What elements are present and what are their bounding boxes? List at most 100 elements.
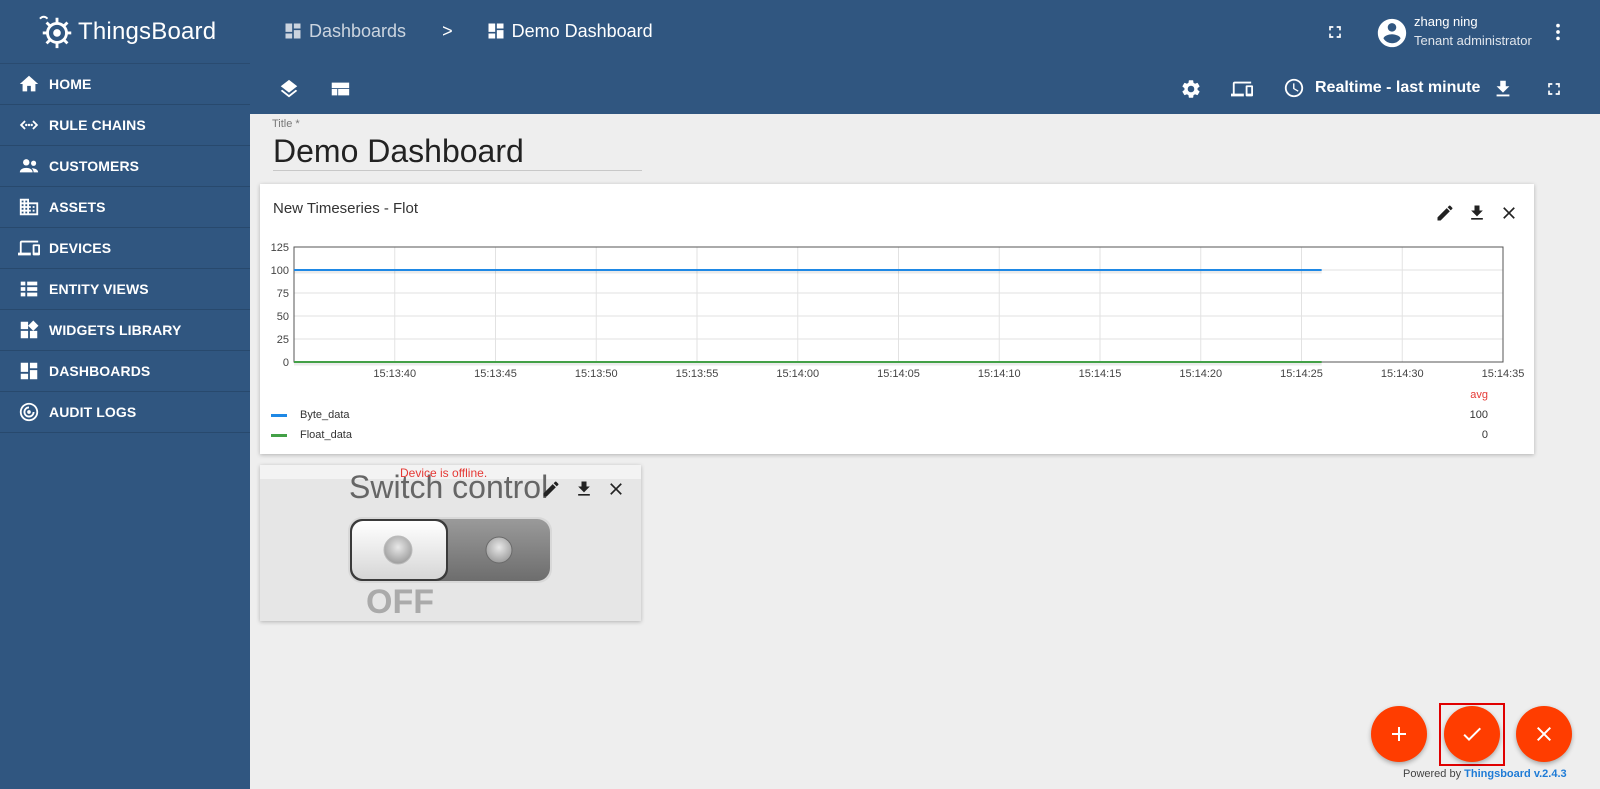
toggle-switch[interactable] <box>347 514 553 586</box>
y-tick-label: 25 <box>277 334 289 346</box>
brand-logo[interactable]: ThingsBoard <box>0 0 250 64</box>
user-role: Tenant administrator <box>1414 33 1532 48</box>
decline-changes-button[interactable] <box>1516 706 1572 762</box>
clock-icon <box>1284 78 1304 98</box>
sidebar-item-label: DEVICES <box>49 240 112 256</box>
export-widget-button[interactable] <box>573 478 595 500</box>
y-tick-label: 125 <box>271 242 289 254</box>
manage-layouts-button[interactable] <box>327 76 353 102</box>
download-icon <box>1496 80 1510 97</box>
legend-item-byte-data[interactable]: Byte_data <box>300 409 350 421</box>
user-name: zhang ning <box>1414 14 1478 29</box>
title-input[interactable]: Demo Dashboard <box>273 133 524 170</box>
timewindow-button[interactable]: Realtime - last minute <box>1283 77 1480 99</box>
thingsboard-version-link[interactable]: Thingsboard v.2.4.3 <box>1464 768 1567 780</box>
y-tick-label: 75 <box>277 288 289 300</box>
legend-swatch-byte-data <box>271 414 287 417</box>
sidebar-item-label: DASHBOARDS <box>49 363 151 379</box>
x-tick-label: 15:14:15 <box>1079 368 1122 380</box>
sidebar-item-label: HOME <box>49 76 92 92</box>
plus-icon <box>1392 727 1406 741</box>
powered-by-text: Powered by <box>1403 768 1462 780</box>
export-dashboard-button[interactable] <box>1490 76 1516 102</box>
breadcrumb-dashboards-link[interactable]: Dashboards <box>283 21 406 42</box>
rule-chains-icon <box>19 120 39 130</box>
assets-icon <box>19 198 39 216</box>
sidebar-item-label: RULE CHAINS <box>49 117 146 133</box>
more-vert-icon <box>1556 23 1560 41</box>
fullscreen-button[interactable] <box>1323 20 1347 44</box>
gear-icon <box>1182 80 1200 98</box>
x-tick-label: 15:14:30 <box>1381 368 1424 380</box>
sidebar-item-audit-logs[interactable]: AUDIT LOGS <box>0 392 250 433</box>
device-offline-message: Device is offline. <box>400 466 488 480</box>
breadcrumb-separator: > <box>442 20 453 41</box>
sidebar-item-devices[interactable]: DEVICES <box>0 228 250 269</box>
x-tick-label: 15:13:40 <box>373 368 416 380</box>
sidebar-item-label: CUSTOMERS <box>49 158 140 174</box>
sidebar-item-label: ASSETS <box>49 199 106 215</box>
sidebar-item-entity-views[interactable]: ENTITY VIEWS <box>0 269 250 310</box>
title-field-label: Title * <box>272 118 300 130</box>
download-icon <box>578 481 590 496</box>
sidebar-item-rule-chains[interactable]: RULE CHAINS <box>0 105 250 146</box>
x-tick-label: 15:13:45 <box>474 368 517 380</box>
expand-dashboard-button[interactable] <box>1541 76 1567 102</box>
sidebar-item-home[interactable]: HOME <box>0 64 250 105</box>
legend-value-byte-data: 100 <box>1469 409 1488 421</box>
dashboards-icon <box>488 23 504 39</box>
entity-views-icon <box>20 281 38 297</box>
breadcrumb-current: Demo Dashboard <box>486 21 653 42</box>
legend-item-float-data[interactable]: Float_data <box>300 429 352 441</box>
sidebar-item-assets[interactable]: ASSETS <box>0 187 250 228</box>
x-tick-label: 15:14:10 <box>978 368 1021 380</box>
switch-control-widget[interactable]: Switch control Device is offline. OFF <box>260 465 641 621</box>
breadcrumb-current-label: Demo Dashboard <box>511 20 653 41</box>
sidebar: ThingsBoard HOME RULE CHAINS CUSTOMERS A… <box>0 0 250 789</box>
pencil-icon <box>543 481 559 497</box>
sidebar-item-dashboards[interactable]: DASHBOARDS <box>0 351 250 392</box>
user-menu-button[interactable] <box>1546 20 1570 44</box>
sidebar-item-widgets-library[interactable]: WIDGETS LIBRARY <box>0 310 250 351</box>
x-tick-label: 15:14:05 <box>877 368 920 380</box>
y-tick-label: 100 <box>271 265 289 277</box>
select-target-layout-button[interactable] <box>1229 76 1255 102</box>
y-tick-label: 0 <box>283 357 289 369</box>
x-tick-label: 15:14:00 <box>776 368 819 380</box>
view-compact-icon <box>331 82 350 96</box>
fullscreen-icon <box>1548 83 1560 95</box>
sidebar-item-customers[interactable]: CUSTOMERS <box>0 146 250 187</box>
close-icon <box>1537 727 1551 741</box>
legend-swatch-float-data <box>271 434 287 437</box>
customers-icon <box>19 159 39 173</box>
sidebar-item-label: WIDGETS LIBRARY <box>49 322 182 338</box>
sidebar-item-label: ENTITY VIEWS <box>49 281 149 297</box>
manage-layers-button[interactable] <box>276 76 302 102</box>
legend-value-float-data: 0 <box>1481 429 1488 441</box>
x-tick-label: 15:13:55 <box>676 368 719 380</box>
timeseries-chart: 0 25 50 75 100 125 15:13:40 15:13:45 15:13:50 15:… <box>271 242 1525 380</box>
thingsboard-logo-icon <box>39 15 72 48</box>
y-tick-label: 50 <box>277 311 289 323</box>
settings-button[interactable] <box>1178 76 1204 102</box>
x-tick-label: 15:14:25 <box>1280 368 1323 380</box>
audit-logs-icon <box>19 402 39 422</box>
check-icon <box>1463 727 1481 741</box>
timeseries-widget[interactable]: New Timeseries - Flot 0 25 50 75 100 125 15:13… <box>260 184 1534 454</box>
edit-widget-button[interactable] <box>540 478 562 500</box>
dashboards-icon <box>285 23 301 39</box>
user-avatar[interactable] <box>1374 15 1410 51</box>
devices-icon <box>1231 81 1253 97</box>
powered-by: Powered by Thingsboard v.2.4.3 <box>1403 768 1567 780</box>
breadcrumb: Dashboards > Demo Dashboard <box>283 18 653 44</box>
apply-changes-button[interactable] <box>1444 706 1500 762</box>
widgets-library-icon <box>20 320 39 339</box>
home-icon <box>19 75 39 92</box>
switch-state-label: OFF <box>366 583 434 621</box>
layers-icon <box>280 79 298 98</box>
account-circle-icon <box>1377 18 1407 48</box>
add-widget-button[interactable] <box>1371 706 1427 762</box>
top-toolbar: Dashboards > Demo Dashboard zhang ning T… <box>250 0 1600 114</box>
remove-widget-button[interactable] <box>605 478 627 500</box>
sidebar-item-label: AUDIT LOGS <box>49 404 137 420</box>
